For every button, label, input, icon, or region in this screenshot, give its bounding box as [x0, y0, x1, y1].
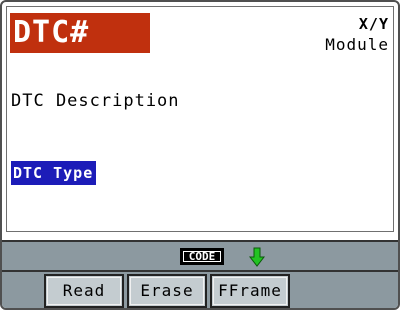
- dtc-detail-panel: DTC# X/Y Module DTC Description DTC Type: [6, 6, 394, 232]
- code-icon: CODE: [180, 248, 224, 265]
- module-label: Module: [325, 35, 389, 54]
- code-icon-label: CODE: [182, 250, 222, 263]
- xy-indicator: X/Y: [358, 15, 389, 33]
- erase-button[interactable]: Erase: [127, 274, 207, 308]
- dtc-code-banner: DTC#: [10, 13, 150, 53]
- fframe-button[interactable]: FFrame: [210, 274, 290, 308]
- scan-tool-screen: DTC# X/Y Module DTC Description DTC Type…: [0, 0, 400, 310]
- dtc-description: DTC Description: [11, 91, 180, 111]
- read-button[interactable]: Read: [44, 274, 124, 308]
- softkey-bar: Read Erase FFrame: [2, 272, 398, 308]
- down-arrow-icon: [248, 247, 266, 267]
- dtc-type-label: DTC Type: [11, 161, 97, 185]
- status-indicator-bar: CODE: [2, 240, 398, 272]
